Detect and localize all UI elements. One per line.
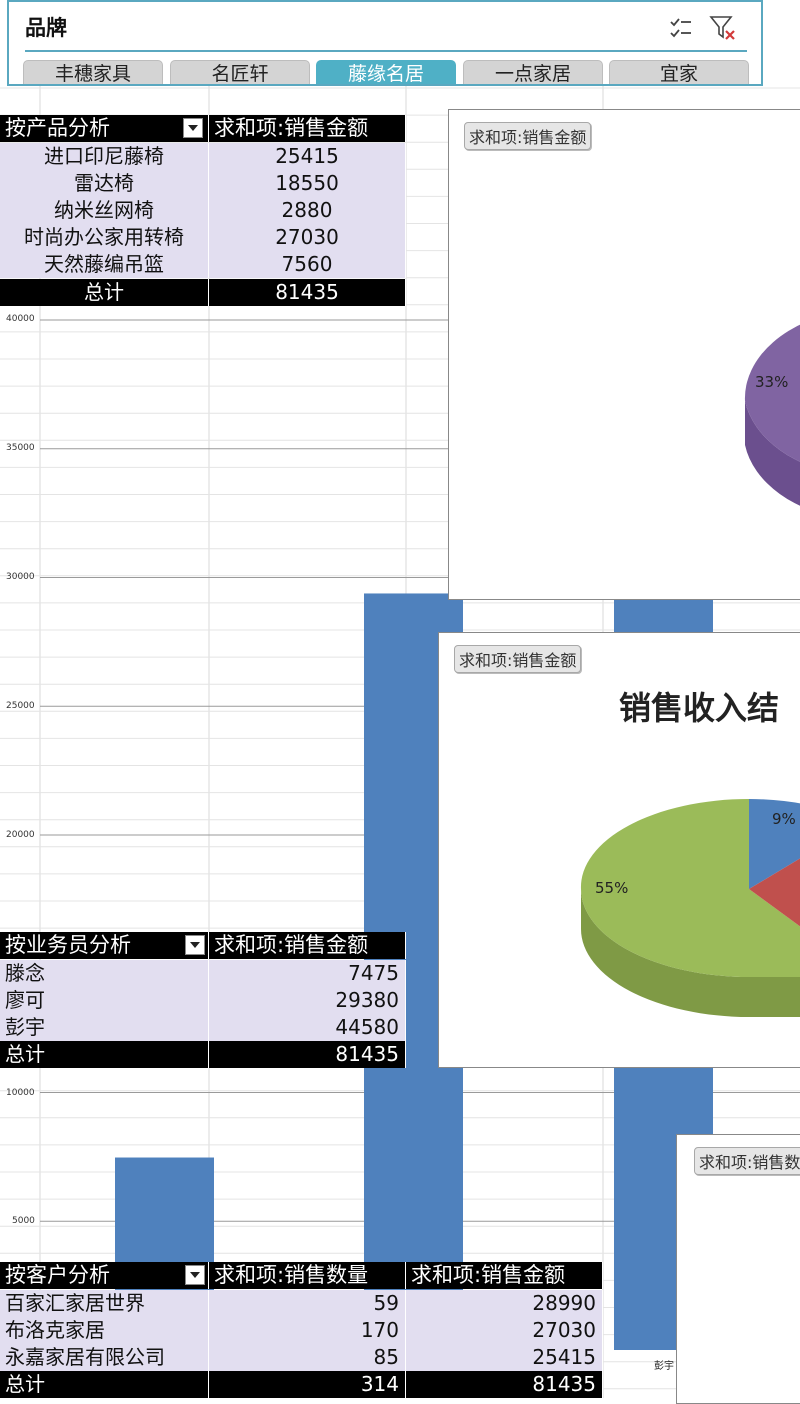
pivot-row-qty: 85 (209, 1344, 406, 1371)
pie-2-graphic (580, 799, 800, 1017)
pivot-total-label: 总计 (0, 279, 209, 306)
pivot-total-label: 总计 (0, 1371, 209, 1398)
pivot-value-header: 求和项:销售金额 (209, 932, 406, 959)
pie-3-graphic (677, 1135, 800, 1404)
slicer-divider (25, 50, 747, 52)
pivot-value-header: 求和项:销售金额 (209, 115, 406, 142)
bar-category-label: 彭宇 (654, 1361, 674, 1372)
y-tick-label: 5000 (12, 1216, 35, 1226)
y-tick-label: 35000 (6, 443, 35, 453)
y-tick-label: 40000 (6, 314, 35, 324)
pivot-row-value: 2880 (209, 197, 406, 224)
slicer-item-selected[interactable]: 藤缘名居 (316, 60, 456, 84)
y-tick-label: 25000 (6, 701, 35, 711)
pie-data-label: 55% (595, 879, 629, 897)
pivot-row-value: 7560 (209, 251, 406, 278)
pivot-row-header[interactable]: 按产品分析 (0, 115, 209, 142)
pivot-row-label[interactable]: 百家汇家居世界 (0, 1290, 209, 1317)
slicer-title: 品牌 (25, 16, 67, 40)
pivot-row-label[interactable]: 彭宇 (0, 1014, 209, 1041)
pivot-row-qty: 59 (209, 1290, 406, 1317)
pivot-row-label[interactable]: 雷达椅 (0, 170, 209, 197)
pivot-row-value: 25415 (406, 1344, 603, 1371)
pivot-row-header-label: 按产品分析 (5, 116, 110, 140)
pie-data-label: 9% (772, 810, 796, 828)
slicer-item[interactable]: 一点家居 (463, 60, 603, 84)
pivot-value-header: 求和项:销售金额 (406, 1262, 603, 1289)
pie-1-graphic (744, 324, 800, 506)
pivot-total-value: 81435 (406, 1371, 603, 1398)
y-tick-label: 30000 (6, 572, 35, 582)
pie-chart-2[interactable]: 求和项:销售金额 销售收入结 9% 55% (438, 632, 800, 1068)
pivot-row-header[interactable]: 按业务员分析 (0, 932, 209, 959)
pivot-total-label: 总计 (0, 1041, 209, 1068)
slicer-item[interactable]: 宜家 (609, 60, 749, 84)
pivot-row-value: 27030 (406, 1317, 603, 1344)
multi-select-icon[interactable] (669, 16, 693, 40)
pivot-row-label[interactable]: 布洛克家居 (0, 1317, 209, 1344)
pivot-row-header[interactable]: 按客户分析 (0, 1262, 209, 1289)
pivot-row-value: 27030 (209, 224, 406, 251)
pivot-row-header-label: 按业务员分析 (5, 933, 131, 957)
y-tick-label: 10000 (6, 1088, 35, 1098)
pivot-row-label[interactable]: 时尚办公家用转椅 (0, 224, 209, 251)
pivot-row-value: 28990 (406, 1290, 603, 1317)
pivot-total-qty: 314 (209, 1371, 406, 1398)
filter-dropdown-icon[interactable] (183, 118, 203, 138)
pie-chart-3[interactable]: 求和项:销售数 (676, 1134, 800, 1404)
slicer-item[interactable]: 名匠轩 (170, 60, 310, 84)
brand-slicer[interactable]: 品牌 丰穗家具 名匠轩 藤缘名居 一点家居 宜家 (7, 0, 763, 86)
y-tick-label: 20000 (6, 830, 35, 840)
pie-chart-1[interactable]: 求和项:销售金额 33% (448, 109, 800, 600)
pivot-row-qty: 170 (209, 1317, 406, 1344)
pivot-row-value: 44580 (209, 1014, 406, 1041)
pivot-qty-header: 求和项:销售数量 (209, 1262, 406, 1289)
pivot-row-value: 29380 (209, 987, 406, 1014)
pivot-row-label[interactable]: 纳米丝网椅 (0, 197, 209, 224)
pivot-row-header-label: 按客户分析 (5, 1263, 110, 1287)
pivot-row-label[interactable]: 滕念 (0, 960, 209, 987)
filter-dropdown-icon[interactable] (185, 1265, 205, 1285)
pivot-row-label[interactable]: 天然藤编吊篮 (0, 251, 209, 278)
pivot-row-label[interactable]: 永嘉家居有限公司 (0, 1344, 209, 1371)
filter-dropdown-icon[interactable] (185, 935, 205, 955)
pivot-row-label[interactable]: 进口印尼藤椅 (0, 143, 209, 170)
pivot-total-value: 81435 (209, 279, 406, 306)
pivot-total-value: 81435 (209, 1041, 406, 1068)
slicer-item[interactable]: 丰穗家具 (23, 60, 163, 84)
pivot-row-label[interactable]: 廖可 (0, 987, 209, 1014)
pivot-row-value: 18550 (209, 170, 406, 197)
clear-filter-icon[interactable] (709, 14, 737, 42)
pie-data-label: 33% (755, 373, 789, 391)
pivot-row-value: 7475 (209, 960, 406, 987)
pivot-row-value: 25415 (209, 143, 406, 170)
